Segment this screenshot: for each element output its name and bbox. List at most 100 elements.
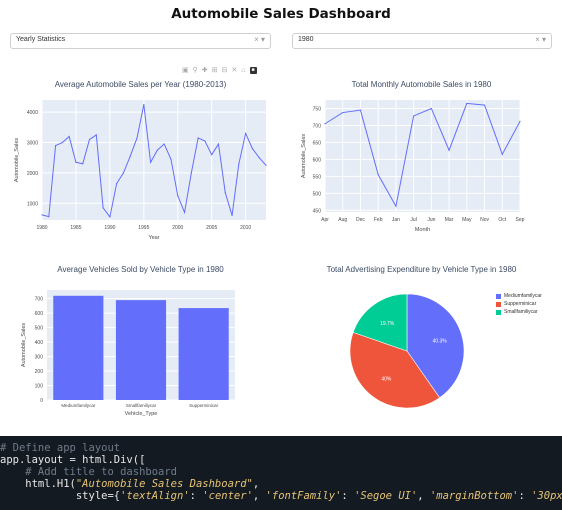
plotly-logo[interactable]: ■ <box>249 67 257 74</box>
code-str-fontfamily: 'fontFamily' <box>265 490 342 502</box>
legend-swatch <box>496 301 501 307</box>
zoom-in-icon[interactable]: ⊞ <box>212 67 218 75</box>
y-tick-label: 650 <box>313 140 322 146</box>
data-point <box>211 154 213 156</box>
legend-label: Supperminicar <box>504 301 537 307</box>
data-point <box>258 157 260 159</box>
data-point <box>143 103 145 106</box>
data-point <box>224 192 226 194</box>
year-dropdown-value: 1980 <box>298 36 314 43</box>
slice-label: 19.7% <box>380 321 395 327</box>
bar <box>115 300 167 400</box>
data-point <box>170 158 172 160</box>
code-line-4-string: "Automobile Sales Dashboard" <box>75 478 253 490</box>
y-axis-label: Automobile_Sales <box>301 134 307 179</box>
yearly-sales-chart[interactable]: 1000 2000 3000 4000 1980 1985 1990 1995 2000 2005… <box>0 76 281 246</box>
reset-icon[interactable]: ⌂ <box>241 67 245 75</box>
bar <box>178 308 229 400</box>
code-sep-1: : <box>189 490 203 502</box>
x-tick-label: 2005 <box>206 225 217 231</box>
clear-icon[interactable]: × <box>535 35 540 44</box>
data-point <box>342 111 344 114</box>
data-point <box>129 155 131 157</box>
vehicle-type-bar-chart[interactable]: 0 100 200 300 400 500 600 700 Mediumfamilycar Sma… <box>0 261 281 436</box>
x-tick-label: Feb <box>374 217 383 223</box>
data-point <box>95 134 97 136</box>
data-point <box>136 137 138 139</box>
y-tick-label: 2000 <box>27 171 38 177</box>
code-str-textalign: 'textAlign' <box>120 490 190 502</box>
y-tick-label: 700 <box>35 297 44 303</box>
legend-item[interactable]: Supperminicar <box>496 300 542 308</box>
pan-icon[interactable]: ✚ <box>202 67 208 75</box>
clear-icon[interactable]: × <box>254 35 259 44</box>
y-tick-label: 750 <box>313 106 322 112</box>
data-point <box>466 102 468 104</box>
code-str-marginbottom: 'marginBottom' <box>429 490 519 502</box>
y-tick-label: 600 <box>35 311 44 317</box>
legend-item[interactable]: Smallfamiliycar <box>496 308 542 316</box>
data-point <box>54 144 57 147</box>
statistics-dropdown[interactable]: Yearly Statistics × ▾ <box>10 33 271 49</box>
data-point <box>395 205 397 207</box>
data-point <box>150 161 152 163</box>
x-tick-label: Supperminicar <box>189 403 219 408</box>
y-tick-label: 700 <box>313 123 322 129</box>
data-point <box>217 143 220 145</box>
data-point <box>413 115 415 117</box>
y-tick-label: 600 <box>313 157 322 163</box>
x-tick-label: 1985 <box>70 225 81 231</box>
y-tick-label: 100 <box>35 384 44 390</box>
x-tick-label: Sep <box>516 217 525 223</box>
y-tick-label: 500 <box>313 191 322 197</box>
x-axis-label: Vehicle_Type <box>125 411 158 417</box>
x-tick-label: Mediumfamilycar <box>61 403 96 408</box>
code-editor[interactable]: # Define app layout app.layout = html.Di… <box>0 436 562 510</box>
x-tick-label: May <box>462 217 472 223</box>
data-point <box>61 141 63 144</box>
x-tick-label: Aug <box>338 217 347 223</box>
code-line-5a: style={ <box>0 490 121 502</box>
code-line-4a: html.H1( <box>0 478 76 490</box>
zoom-out-icon[interactable]: ⊟ <box>222 67 228 75</box>
ad-expenditure-pie-chart[interactable]: 40.3% 40% 19.7% <box>281 261 562 436</box>
y-tick-label: 550 <box>313 174 322 180</box>
x-tick-label: 1995 <box>138 225 149 231</box>
camera-icon[interactable]: ▣ <box>182 67 189 75</box>
legend-swatch <box>496 309 501 315</box>
y-axis-label: Automobile_Sales <box>14 138 20 183</box>
legend-swatch <box>496 293 501 299</box>
yearly-sales-panel: Average Automobile Sales per Year (1980-… <box>0 76 281 246</box>
code-sep-3: : <box>341 490 355 502</box>
chevron-down-icon[interactable]: ▾ <box>542 35 546 44</box>
data-point <box>324 123 326 125</box>
data-point <box>231 214 233 217</box>
year-dropdown[interactable]: 1980 × ▾ <box>292 33 552 49</box>
code-str-segoe: 'Segoe UI' <box>354 490 418 502</box>
y-tick-label: 1000 <box>27 201 38 207</box>
plot-modebar: ▣ ⚲ ✚ ⊞ ⊟ ✕ ⌂ ■ <box>182 67 257 75</box>
data-point <box>430 107 432 110</box>
y-tick-label: 0 <box>40 398 43 404</box>
pie-legend: Mediumfamilycar Supperminicar Smallfamiliy… <box>496 292 542 316</box>
data-point <box>183 211 186 214</box>
y-axis-label: Automobile_Sales <box>21 323 27 368</box>
zoom-icon[interactable]: ⚲ <box>193 67 198 75</box>
legend-item[interactable]: Mediumfamilycar <box>496 292 542 300</box>
dropdown-controls[interactable]: × ▾ <box>535 35 546 44</box>
chevron-down-icon[interactable]: ▾ <box>261 35 265 44</box>
x-tick-label: Jun <box>427 217 435 223</box>
plot-area <box>325 100 520 212</box>
data-point <box>88 138 91 141</box>
monthly-sales-chart[interactable]: 450 500 550 600 650 700 750 Apr Aug Dec Feb Jan Jul J… <box>281 76 562 246</box>
dropdown-controls[interactable]: × ▾ <box>254 35 265 44</box>
autoscale-icon[interactable]: ✕ <box>231 67 237 75</box>
y-tick-label: 300 <box>35 355 44 361</box>
code-str-30px: '30px' <box>531 490 562 502</box>
data-point <box>359 109 362 111</box>
x-tick-label: Oct <box>498 217 506 223</box>
x-tick-label: Jan <box>392 217 400 223</box>
x-tick-label: Smallfamiliycar <box>126 403 157 408</box>
y-tick-label: 4000 <box>27 110 38 116</box>
dashboard-app: Automobile Sales Dashboard Yearly Statis… <box>0 0 562 436</box>
